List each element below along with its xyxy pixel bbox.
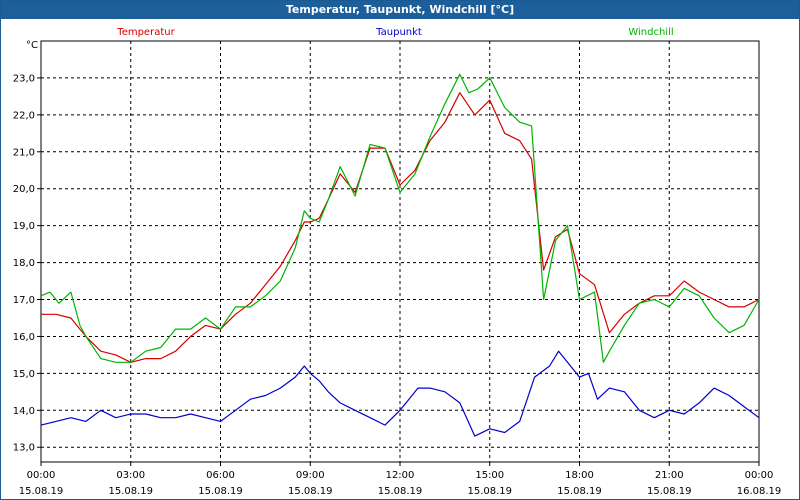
x-tick-label-time: 03:00 bbox=[116, 470, 145, 481]
y-tick-label: 19,0 bbox=[13, 221, 35, 232]
y-tick-label: 20,0 bbox=[13, 184, 35, 195]
legend-taupunkt: Taupunkt bbox=[375, 27, 422, 38]
y-tick-label: 13,0 bbox=[13, 443, 35, 454]
y-tick-label: 18,0 bbox=[13, 258, 35, 269]
y-tick-label: 21,0 bbox=[13, 147, 35, 158]
x-tick-label-date: 15.08.19 bbox=[647, 486, 692, 497]
x-tick-label-time: 12:00 bbox=[386, 470, 415, 481]
x-tick-label-date: 16.08.19 bbox=[737, 486, 782, 497]
chart-window: Temperatur, Taupunkt, Windchill [°C] 13,… bbox=[0, 0, 800, 500]
x-tick-label-date: 15.08.19 bbox=[198, 486, 243, 497]
x-tick-label-date: 15.08.19 bbox=[378, 486, 423, 497]
x-tick-label-time: 00:00 bbox=[745, 470, 774, 481]
x-tick-label-time: 06:00 bbox=[206, 470, 235, 481]
line-chart: 13,0 14,0 15,0 16,0 17,0 18,0 19,0 20,0 21,0 22,0… bbox=[13, 27, 782, 497]
x-tick-label-time: 09:00 bbox=[296, 470, 325, 481]
x-tick-label-time: 00:00 bbox=[27, 470, 56, 481]
window-title: Temperatur, Taupunkt, Windchill [°C] bbox=[1, 1, 799, 19]
x-tick-label-date: 15.08.19 bbox=[288, 486, 333, 497]
y-tick-label: 16,0 bbox=[13, 332, 35, 343]
x-tick-label-date: 15.08.19 bbox=[557, 486, 602, 497]
y-axis-label: °C bbox=[26, 40, 38, 51]
y-tick-label: 17,0 bbox=[13, 295, 35, 306]
x-tick-label-date: 15.08.19 bbox=[19, 486, 64, 497]
plot-area: 13,0 14,0 15,0 16,0 17,0 18,0 19,0 20,0 21,0 22,0… bbox=[1, 19, 799, 499]
y-tick-label: 15,0 bbox=[13, 369, 35, 380]
x-tick-label-time: 18:00 bbox=[565, 470, 594, 481]
legend-temperatur: Temperatur bbox=[116, 27, 175, 38]
x-tick-label-date: 15.08.19 bbox=[467, 486, 512, 497]
y-tick-label: 22,0 bbox=[13, 110, 35, 121]
x-tick-label-time: 21:00 bbox=[655, 470, 684, 481]
y-tick-label: 14,0 bbox=[13, 406, 35, 417]
x-tick-label-date: 15.08.19 bbox=[108, 486, 153, 497]
y-tick-label: 23,0 bbox=[13, 73, 35, 84]
x-tick-label-time: 15:00 bbox=[475, 470, 504, 481]
legend-windchill: Windchill bbox=[628, 27, 673, 38]
